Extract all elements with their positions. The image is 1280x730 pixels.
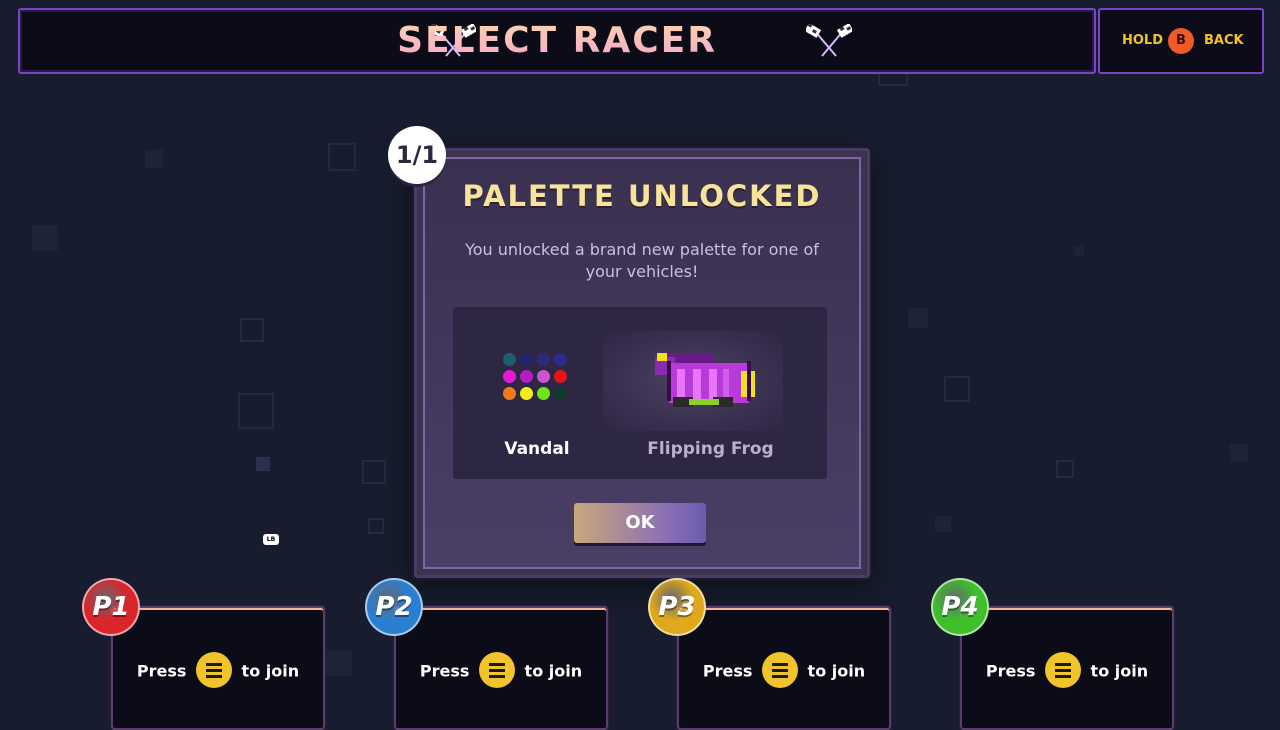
join-prompt: Press to join xyxy=(113,652,323,690)
player-2-slot[interactable]: Press to join xyxy=(394,606,608,730)
player-3-badge: P3 xyxy=(648,578,706,636)
title-bar: SELECT RACER xyxy=(18,8,1096,74)
menu-button-icon xyxy=(478,652,515,688)
checkered-flags-icon xyxy=(806,24,852,57)
bg-square xyxy=(362,460,386,484)
player-3-slot[interactable]: Press to join xyxy=(677,606,891,730)
palette-swatch xyxy=(537,353,550,366)
palette-swatch xyxy=(503,353,516,366)
b-button-icon: B xyxy=(1168,28,1194,54)
menu-button-icon xyxy=(195,652,232,688)
palette-swatch xyxy=(520,353,533,366)
lb-button-icon: LB xyxy=(263,534,279,545)
bg-square xyxy=(32,225,58,251)
ok-button[interactable]: OK xyxy=(574,503,706,543)
bg-square xyxy=(1230,444,1248,462)
palette-swatch xyxy=(503,370,516,383)
palette-swatch xyxy=(554,353,567,366)
palette-unlocked-dialog: PALETTE UNLOCKED You unlocked a brand ne… xyxy=(414,148,870,578)
press-label: Press xyxy=(419,661,470,681)
palette-swatch xyxy=(554,370,567,383)
player-1-badge: P1 xyxy=(82,578,140,636)
vehicle-name: Flipping Frog xyxy=(647,439,774,459)
palette-swatch xyxy=(520,370,533,383)
palette-name: Vandal xyxy=(504,439,570,459)
bg-square xyxy=(908,308,928,328)
palette-swatch xyxy=(554,387,567,400)
menu-button-icon xyxy=(1044,652,1081,688)
palette-swatch-grid xyxy=(503,353,575,407)
frog-vehicle-icon xyxy=(655,353,755,407)
player-4-badge: P4 xyxy=(931,578,989,636)
join-label: to join xyxy=(1090,661,1149,681)
palette-swatch xyxy=(520,387,533,400)
palette-swatch xyxy=(537,387,550,400)
bg-square xyxy=(326,650,352,676)
bg-square xyxy=(238,393,274,429)
join-label: to join xyxy=(524,661,583,681)
hold-back-button[interactable]: HOLD B BACK xyxy=(1098,8,1264,74)
join-prompt: Press to join xyxy=(962,652,1172,690)
palette-swatch xyxy=(503,387,516,400)
join-prompt: Press to join xyxy=(396,652,606,690)
player-2-badge: P2 xyxy=(365,578,423,636)
reward-panel: Vandal Flipping Frog xyxy=(453,307,827,479)
player-4-slot[interactable]: Press to join xyxy=(960,606,1174,730)
player-1-slot[interactable]: Press to join xyxy=(111,606,325,730)
page-title: SELECT RACER xyxy=(20,10,1094,72)
bg-square xyxy=(240,318,264,342)
vehicle-preview xyxy=(603,331,783,431)
bg-square xyxy=(935,516,951,532)
menu-button-icon xyxy=(761,652,798,688)
bg-square xyxy=(256,457,270,471)
bg-square xyxy=(368,518,384,534)
dialog-description: You unlocked a brand new palette for one… xyxy=(465,240,819,281)
bg-square xyxy=(944,376,970,402)
dialog-title: PALETTE UNLOCKED xyxy=(462,179,822,213)
press-label: Press xyxy=(985,661,1036,681)
hold-label: HOLD xyxy=(1122,33,1164,48)
bg-square xyxy=(328,143,356,171)
press-label: Press xyxy=(702,661,753,681)
back-label: BACK xyxy=(1204,33,1244,48)
bg-square xyxy=(1056,460,1074,478)
press-label: Press xyxy=(136,661,187,681)
join-label: to join xyxy=(241,661,300,681)
bg-square xyxy=(145,150,163,168)
join-prompt: Press to join xyxy=(679,652,889,690)
unlock-counter-badge: 1/1 xyxy=(388,126,446,184)
join-label: to join xyxy=(807,661,866,681)
palette-swatch xyxy=(537,370,550,383)
bg-square xyxy=(1074,246,1084,256)
